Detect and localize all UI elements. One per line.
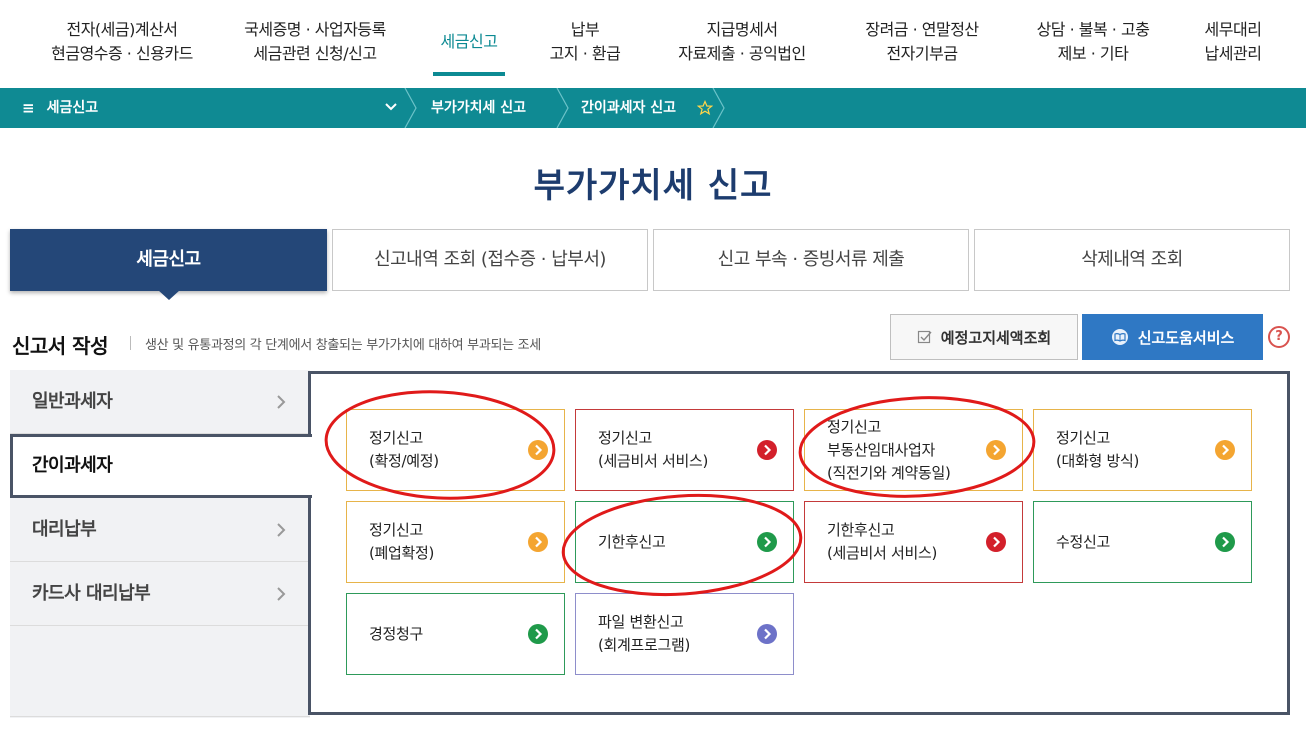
card-line3: (직전기와 계약동일) <box>827 463 951 482</box>
nav-item-line2: 세금관련 신청/신고 <box>253 44 377 63</box>
nav-item-line1: 납부 <box>570 20 600 39</box>
checkbox-icon <box>917 330 932 344</box>
arrow-right-icon <box>528 532 548 552</box>
card-file-conversion-filing[interactable]: 파일 변환신고 (회계프로그램) <box>575 593 794 675</box>
card-regular-filing[interactable]: 정기신고 (확정/예정) <box>346 409 565 491</box>
card-amended-filing[interactable]: 수정신고 <box>1033 501 1252 583</box>
nav-item-line2: 고지 · 환급 <box>549 44 621 63</box>
tab-deleted-history[interactable]: 삭제내역 조회 <box>974 229 1290 291</box>
nav-item-line1: 전자(세금)계산서 <box>66 20 178 39</box>
nav-item-line2: 납세관리 <box>1204 44 1262 63</box>
arrow-right-icon <box>757 624 777 644</box>
breadcrumb-separator-icon <box>404 88 417 128</box>
arrow-right-icon <box>757 440 777 460</box>
question-icon[interactable]: ? <box>1268 326 1290 348</box>
sidebar-item-card-proxy-payment[interactable]: 카드사 대리납부 <box>10 562 310 626</box>
nav-item-line2: 제보 · 기타 <box>1057 44 1129 63</box>
nav-item-tax-filing[interactable]: 세금신고 <box>428 30 510 54</box>
nav-item-line1: 장려금 · 연말정산 <box>865 20 979 39</box>
nav-item-line1: 상담 · 불복 · 고충 <box>1036 20 1150 39</box>
hamburger-icon: ≡ <box>22 99 35 117</box>
nav-active-underline <box>433 72 505 76</box>
sidebar-item-label: 일반과세자 <box>32 391 113 412</box>
card-regular-filing-interactive[interactable]: 정기신고 (대화형 방식) <box>1033 409 1252 491</box>
filing-help-button[interactable]: 신고도움서비스 <box>1082 314 1263 360</box>
chevron-down-icon[interactable] <box>384 100 398 114</box>
book-icon <box>1111 329 1128 345</box>
card-claim-correction[interactable]: 경정청구 <box>346 593 565 675</box>
chevron-right-icon <box>277 587 286 601</box>
tab-attachments[interactable]: 신고 부속 · 증빙서류 제출 <box>653 229 969 291</box>
nav-item-line1: 국세증명 · 사업자등록 <box>244 20 386 39</box>
card-late-filing-tax-secretary[interactable]: 기한후신고 (세금비서 서비스) <box>804 501 1023 583</box>
arrow-right-icon <box>528 624 548 644</box>
sidebar-item-label: 간이과세자 <box>32 455 113 476</box>
breadcrumb-level2[interactable]: 간이과세자 신고 <box>581 88 676 128</box>
breadcrumb-level1[interactable]: 부가가치세 신고 <box>431 88 526 128</box>
chevron-right-icon <box>277 395 286 409</box>
breadcrumb-separator-icon <box>712 88 725 128</box>
breadcrumb-separator-icon <box>556 88 569 128</box>
preview-tax-label: 예정고지세액조회 <box>940 328 1052 347</box>
top-navigation: 전자(세금)계산서 현금영수증 · 신용카드 국세증명 · 사업자등록 세금관련… <box>0 0 1306 88</box>
sidebar-bottom-border <box>10 716 310 717</box>
sidebar-item-label: 대리납부 <box>32 519 97 540</box>
tab-filing-history[interactable]: 신고내역 조회 (접수증 · 납부서) <box>332 229 648 291</box>
sidebar: 일반과세자 간이과세자 대리납부 카드사 대리납부 <box>10 370 312 718</box>
section-title: 신고서 작성 <box>12 334 108 358</box>
card-regular-filing-tax-secretary[interactable]: 정기신고 (세금비서 서비스) <box>575 409 794 491</box>
page-title: 부가가치세 신고 <box>533 166 773 206</box>
arrow-right-icon <box>986 532 1006 552</box>
nav-item-statements[interactable]: 지급명세서 자료제출 · 공익법인 <box>662 18 822 66</box>
nav-item-line2: 전자기부금 <box>886 44 958 63</box>
sidebar-item-simplified-taxpayer[interactable]: 간이과세자 <box>10 434 312 498</box>
chevron-right-icon <box>277 523 286 537</box>
nav-item-payment[interactable]: 납부 고지 · 환급 <box>530 18 640 66</box>
arrow-right-icon <box>757 532 777 552</box>
preview-tax-button[interactable]: 예정고지세액조회 <box>890 314 1078 360</box>
nav-item-tax-agent[interactable]: 세무대리 납세관리 <box>1188 18 1278 66</box>
nav-item-line2: 현금영수증 · 신용카드 <box>51 44 193 63</box>
section-divider <box>130 336 131 350</box>
sidebar-item-proxy-payment[interactable]: 대리납부 <box>10 498 310 562</box>
nav-item-line2: 자료제출 · 공익법인 <box>678 44 806 63</box>
filing-options-panel: 정기신고 (확정/예정) 정기신고 (세금비서 서비스) 정기신고 부동산임대사… <box>308 371 1290 715</box>
card-late-filing[interactable]: 기한후신고 <box>575 501 794 583</box>
sidebar-item-general-taxpayer[interactable]: 일반과세자 <box>10 370 310 434</box>
sidebar-item-label: 카드사 대리납부 <box>32 583 151 604</box>
breadcrumb: ≡ 세금신고 부가가치세 신고 간이과세자 신고 <box>0 88 1306 128</box>
tab-tax-filing[interactable]: 세금신고 <box>10 229 327 291</box>
nav-item-certificate[interactable]: 국세증명 · 사업자등록 세금관련 신청/신고 <box>225 18 405 66</box>
nav-item-line1: 세무대리 <box>1204 20 1262 39</box>
card-line1: 정기신고 <box>827 417 882 436</box>
arrow-right-icon <box>986 440 1006 460</box>
arrow-right-icon <box>1215 532 1235 552</box>
arrow-right-icon <box>528 440 548 460</box>
nav-item-line1: 세금신고 <box>440 32 498 51</box>
breadcrumb-menu[interactable]: ≡ 세금신고 <box>22 88 98 128</box>
nav-item-consulting[interactable]: 상담 · 불복 · 고충 제보 · 기타 <box>1022 18 1164 66</box>
card-regular-filing-closure[interactable]: 정기신고 (폐업확정) <box>346 501 565 583</box>
active-tab-pointer <box>158 290 180 300</box>
arrow-right-icon <box>1215 440 1235 460</box>
favorite-star-icon[interactable] <box>697 100 713 116</box>
nav-item-e-invoice[interactable]: 전자(세금)계산서 현금영수증 · 신용카드 <box>34 18 210 66</box>
nav-item-line1: 지급명세서 <box>706 20 778 39</box>
card-regular-filing-real-estate[interactable]: 정기신고 부동산임대사업자 (직전기와 계약동일) <box>804 409 1023 491</box>
section-description: 생산 및 유통과정의 각 단계에서 창출되는 부가가치에 대하여 부과되는 조세 <box>145 338 541 353</box>
filing-help-label: 신고도움서비스 <box>1137 328 1235 347</box>
breadcrumb-menu-label: 세금신고 <box>46 100 99 116</box>
nav-item-incentives[interactable]: 장려금 · 연말정산 전자기부금 <box>846 18 998 66</box>
